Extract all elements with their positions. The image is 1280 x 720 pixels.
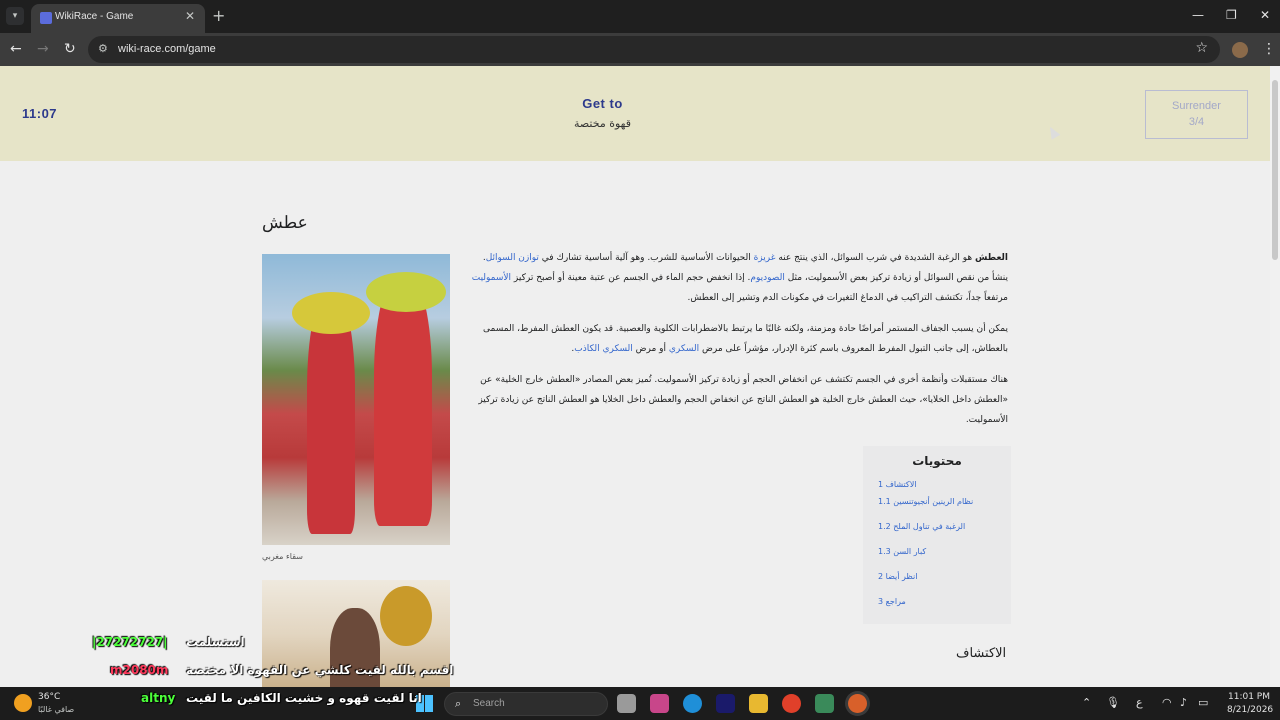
surrender-count: 3/4 (1188, 116, 1205, 128)
volume-icon[interactable]: ♪ (1180, 696, 1187, 709)
restore-icon[interactable]: ❐ (1226, 8, 1237, 22)
article-link[interactable]: توازن السوائل (486, 253, 539, 263)
chrome-icon[interactable] (782, 694, 801, 713)
scroll-thumb[interactable] (1272, 80, 1278, 260)
toc-item[interactable]: 1.2 الرغبة في تناول الملح (878, 522, 965, 531)
clock-time[interactable]: 11:01 PM (1228, 692, 1270, 702)
app-icon-3[interactable] (815, 694, 834, 713)
surrender-label: Surrender (1172, 100, 1221, 112)
bookmark-star-icon[interactable]: ☆ (1195, 40, 1208, 56)
menu-icon[interactable]: ⋮ (1262, 41, 1276, 57)
toc-item[interactable]: 1.1 نظام الرينين أنجيوتنسين (878, 497, 973, 506)
chat-message: انا لقيت قهوه و خشيت الكافين ما لقيت (186, 691, 422, 705)
reload-icon[interactable]: ↻ (64, 41, 76, 57)
new-tab-icon[interactable]: + (212, 6, 225, 25)
profile-avatar[interactable] (1232, 42, 1248, 58)
image-figure (374, 276, 432, 526)
article-link[interactable]: الأسموليت (472, 273, 511, 283)
text-run: . إذا انخفض حجم الماء في الجسم عن عتبة م… (511, 273, 751, 283)
edge-icon[interactable] (683, 694, 702, 713)
url-text[interactable]: wiki-race.com/game (118, 43, 216, 55)
toc-item[interactable]: 1.3 كبار السن (878, 547, 926, 556)
text-run: مرتفعاً جداً، تكتشف التراكيب في الدماغ ا… (687, 293, 1008, 303)
section-heading: الاكتشاف (956, 646, 1007, 661)
app-icon-1[interactable] (617, 694, 636, 713)
chat-username: استسلمت (186, 635, 245, 649)
text-run: هناك مستقبلات وأنظمة أخرى في الجسم تكتشف… (478, 375, 1008, 425)
address-bar[interactable]: ⚙ wiki-race.com/game ☆ (88, 36, 1220, 63)
file-explorer-icon[interactable] (749, 694, 768, 713)
wifi-icon[interactable]: ◠ (1162, 696, 1172, 709)
premiere-icon[interactable] (716, 694, 735, 713)
goto-target: قهوة مختصة (573, 117, 632, 130)
text-run: أو مرض (632, 344, 669, 354)
text-run: هو الرغبة الشديدة في شرب السوائل، الذي ي… (775, 253, 975, 263)
microphone-icon[interactable]: 🎙 (1106, 696, 1120, 709)
game-header: 11:07 Get to قهوة مختصة Surrender 3/4 (0, 66, 1270, 161)
battery-icon[interactable]: ▭ (1198, 696, 1208, 709)
clock-date[interactable]: 8/21/2026 (1227, 705, 1273, 715)
taskbar-search-box[interactable]: ⌕ Search (444, 692, 608, 716)
article-paragraph: هناك مستقبلات وأنظمة أخرى في الجسم تكتشف… (468, 370, 1008, 430)
article-link[interactable]: السكري الكاذب (574, 344, 633, 354)
chevron-up-icon[interactable]: ⌃ (1082, 696, 1091, 709)
text-run: يمكن أن يسبب الجفاف المستمر أمراضًا حادة… (483, 324, 1008, 354)
toc-item[interactable]: 3 مراجع (878, 597, 906, 606)
image-hat (366, 272, 446, 312)
chat-username: altny (141, 691, 176, 705)
table-of-contents: محتويات 1 الاكتشاف 1.1 نظام الرينين أنجي… (863, 446, 1011, 624)
article-title: عطش (262, 213, 308, 233)
page-scrollbar[interactable] (1270, 66, 1280, 687)
search-placeholder: Search (473, 698, 505, 709)
favicon-icon (40, 12, 52, 24)
weather-temperature: 36°C (38, 692, 61, 702)
image-hat (292, 292, 370, 334)
article-image-water-sellers[interactable] (262, 254, 450, 545)
goto-label: Get to (582, 96, 623, 111)
app-icon-2[interactable] (650, 694, 669, 713)
weather-condition: صافي غالبًا (38, 705, 75, 714)
image-caption: سقاء مغربي (262, 552, 303, 561)
text-run: الحيوانات الأساسية للشرب. وهو آلية أساسي… (538, 253, 754, 263)
chat-message: |27272727| (92, 635, 168, 649)
tab-title: WikiRace - Game (55, 11, 134, 22)
surrender-button[interactable]: Surrender 3/4 (1145, 90, 1248, 139)
web-page: 11:07 Get to قهوة مختصة Surrender 3/4 عط… (0, 66, 1270, 687)
tab-search-button[interactable]: ▾ (6, 7, 24, 25)
article-link[interactable]: السكري (669, 344, 699, 354)
chat-username: m2080m (110, 663, 169, 677)
forward-icon[interactable]: → (37, 41, 49, 57)
window-close-icon[interactable]: ✕ (1260, 8, 1270, 22)
search-icon: ⌕ (455, 697, 462, 710)
chrome-active-icon[interactable] (848, 694, 867, 713)
article-paragraph: العطش هو الرغبة الشديدة في شرب السوائل، … (468, 248, 1008, 308)
tab-close-icon[interactable]: ✕ (185, 9, 195, 23)
weather-icon[interactable] (14, 694, 32, 712)
language-indicator[interactable]: ع (1136, 696, 1143, 709)
browser-toolbar: ← → ↻ ⚙ wiki-race.com/game ☆ ⋮ (0, 33, 1280, 66)
article-link[interactable]: الصوديوم (750, 273, 784, 283)
toc-item[interactable]: 1 الاكتشاف (878, 480, 917, 489)
browser-tab[interactable]: WikiRace - Game ✕ (31, 4, 205, 33)
chat-message: اقسم بالله لقيت كلشي عن القهوة الا مختصة (186, 663, 454, 677)
bold-term: العطش (974, 253, 1008, 263)
toc-item[interactable]: 2 انظر أيضا (878, 572, 917, 581)
article-paragraph: يمكن أن يسبب الجفاف المستمر أمراضًا حادة… (468, 319, 1008, 359)
site-info-icon[interactable]: ⚙ (98, 42, 108, 55)
tab-strip: ▾ WikiRace - Game ✕ + — ❐ ✕ (0, 0, 1280, 33)
toc-title: محتويات (912, 454, 962, 468)
image-jug (380, 586, 432, 646)
back-icon[interactable]: ← (10, 41, 22, 57)
minimize-icon[interactable]: — (1192, 8, 1204, 22)
article-link[interactable]: غريزة (754, 253, 776, 263)
